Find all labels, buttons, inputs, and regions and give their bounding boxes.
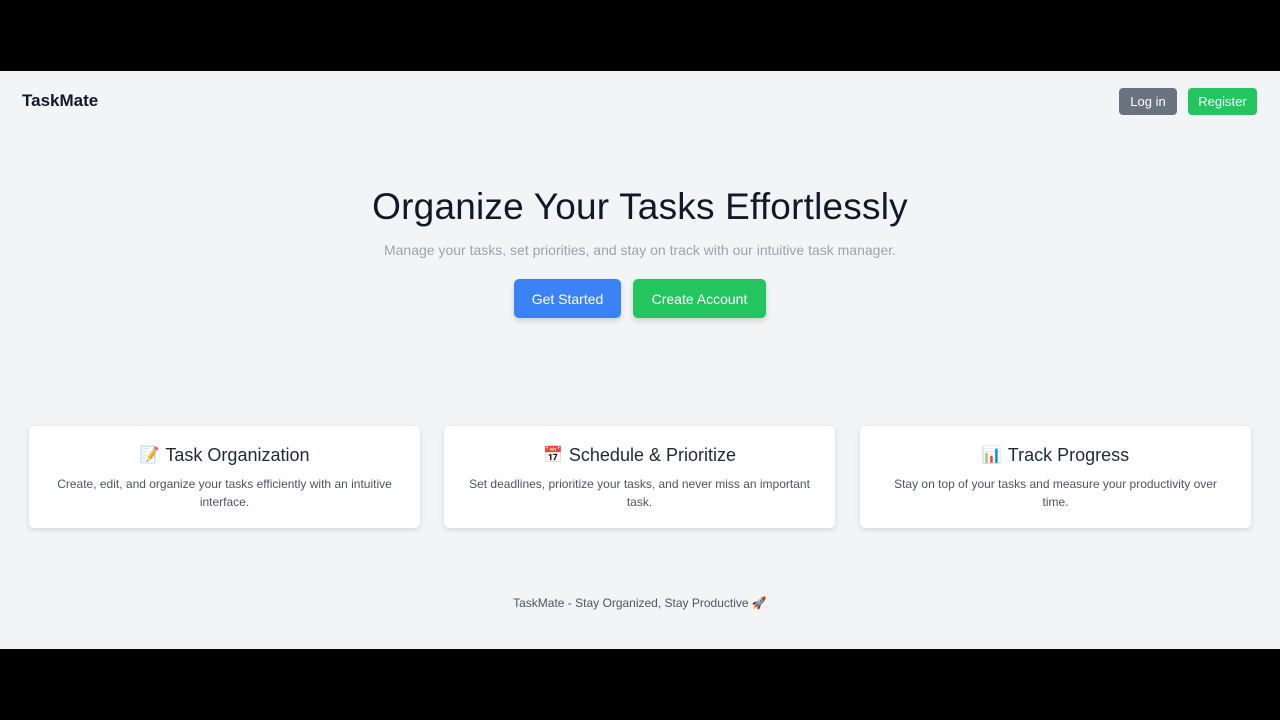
calendar-icon: 📅	[542, 446, 563, 464]
rocket-icon: 🚀	[751, 596, 767, 610]
login-button[interactable]: Log in	[1119, 88, 1177, 115]
create-account-button[interactable]: Create Account	[633, 279, 766, 318]
hero-title: Organize Your Tasks Effortlessly	[372, 186, 908, 227]
landing-page: TaskMate Log in Register Organize Your T…	[0, 71, 1280, 649]
feature-title: Task Organization	[165, 445, 310, 465]
letterbox-bottom	[0, 649, 1280, 720]
feature-title: Schedule & Prioritize	[568, 445, 736, 465]
feature-title: Track Progress	[1007, 445, 1130, 465]
hero-subtitle: Manage your tasks, set priorities, and s…	[383, 242, 897, 258]
register-button[interactable]: Register	[1188, 88, 1257, 115]
bar-chart-icon: 📊	[981, 446, 1002, 464]
brand-logo[interactable]: TaskMate	[22, 91, 98, 111]
letterbox-top	[0, 0, 1280, 71]
feature-description: Stay on top of your tasks and measure yo…	[894, 477, 1217, 509]
footer: TaskMate - Stay Organized, Stay Producti…	[0, 596, 1280, 610]
feature-description: Set deadlines, prioritize your tasks, an…	[469, 477, 810, 509]
feature-card-schedule-prioritize: 📅 Schedule & Prioritize Set deadlines, p…	[444, 426, 835, 528]
feature-description: Create, edit, and organize your tasks ef…	[57, 477, 392, 509]
footer-text: TaskMate - Stay Organized, Stay Producti…	[513, 596, 749, 610]
feature-card-track-progress: 📊 Track Progress Stay on top of your tas…	[860, 426, 1251, 528]
memo-icon: 📝	[139, 446, 160, 464]
feature-card-task-organization: 📝 Task Organization Create, edit, and or…	[29, 426, 420, 528]
get-started-button[interactable]: Get Started	[514, 279, 621, 318]
